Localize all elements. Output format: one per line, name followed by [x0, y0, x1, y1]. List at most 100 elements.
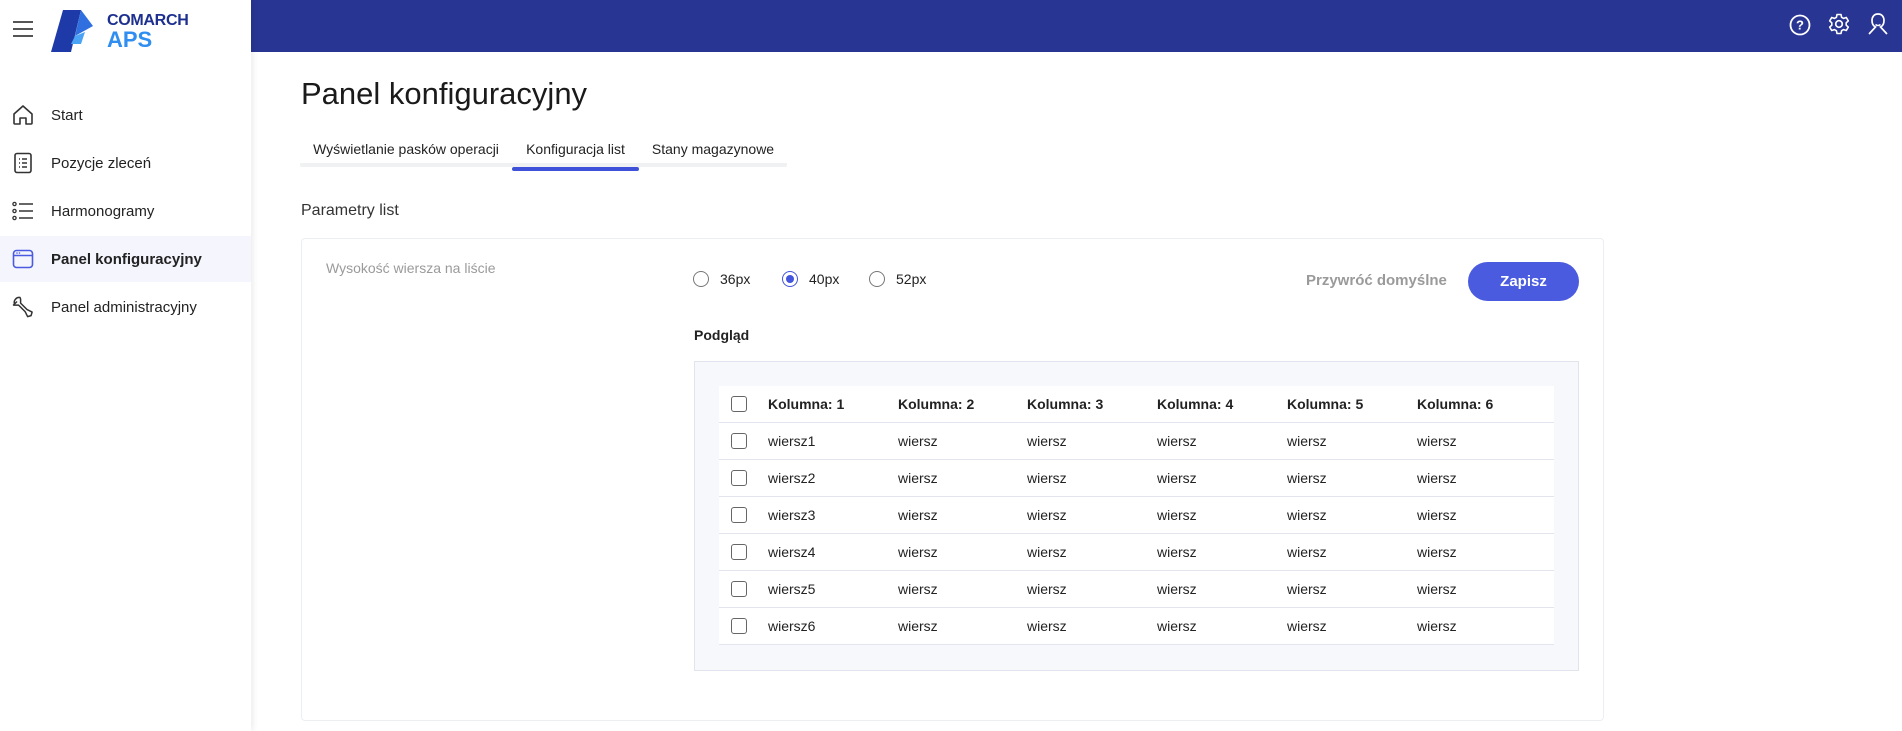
table-cell: wiersz — [898, 581, 938, 597]
preview-table: Kolumna: 1 Kolumna: 2 Kolumna: 3 Kolumna: 4… — [719, 386, 1554, 645]
tab-stany-magazynowe[interactable]: Stany magazynowe — [639, 140, 787, 167]
row-checkbox[interactable] — [731, 470, 747, 486]
table-cell: wiersz — [1417, 433, 1457, 449]
sidebar-item-label: Start — [51, 106, 83, 124]
comarch-logo — [51, 10, 93, 52]
column-header: Kolumna: 2 — [898, 396, 975, 412]
home-icon — [11, 103, 35, 127]
table-cell: wiersz3 — [768, 507, 816, 523]
table-row: wiersz2 wiersz wiersz wiersz wiersz wiersz — [719, 460, 1554, 497]
row-checkbox[interactable] — [731, 618, 747, 634]
sidebar-item-pozycje-zlecen[interactable]: Pozycje zleceń — [0, 140, 251, 186]
sidebar-item-panel-konfiguracyjny[interactable]: Panel konfiguracyjny — [0, 236, 251, 282]
sidebar: COMARCH APS Start Pozycje zleceń Harmono… — [0, 0, 251, 731]
bullet-list-icon — [11, 199, 35, 223]
table-row: wiersz4 wiersz wiersz wiersz wiersz wiersz — [719, 534, 1554, 571]
table-cell: wiersz — [1027, 618, 1067, 634]
table-cell: wiersz6 — [768, 618, 816, 634]
sidebar-item-label: Panel administracyjny — [51, 298, 197, 316]
table-cell: wiersz — [1417, 544, 1457, 560]
radio-40px[interactable]: 40px — [782, 271, 839, 287]
column-header: Kolumna: 4 — [1157, 396, 1234, 412]
row-checkbox[interactable] — [731, 433, 747, 449]
table-cell: wiersz — [1027, 507, 1067, 523]
sidebar-item-label: Pozycje zleceń — [51, 154, 152, 172]
table-cell: wiersz — [1287, 544, 1327, 560]
sidebar-item-label: Harmonogramy — [51, 202, 155, 220]
table-cell: wiersz — [1027, 470, 1067, 486]
table-cell: wiersz — [898, 618, 938, 634]
table-cell: wiersz2 — [768, 470, 816, 486]
radio-circle[interactable] — [693, 271, 709, 287]
table-cell: wiersz — [1157, 581, 1197, 597]
tab-wyswietlanie-paskow[interactable]: Wyświetlanie pasków operacji — [300, 140, 512, 167]
table-cell: wiersz — [1287, 433, 1327, 449]
list-document-icon — [11, 151, 35, 175]
help-icon[interactable]: ? — [1788, 13, 1812, 37]
reset-defaults-button[interactable]: Przywróć domyślne — [1306, 272, 1447, 289]
table-cell: wiersz4 — [768, 544, 816, 560]
sidebar-item-harmonogramy[interactable]: Harmonogramy — [0, 188, 251, 234]
table-row: wiersz6 wiersz wiersz wiersz wiersz wiersz — [719, 608, 1554, 645]
table-cell: wiersz — [1157, 470, 1197, 486]
row-checkbox[interactable] — [731, 544, 747, 560]
column-header: Kolumna: 3 — [1027, 396, 1104, 412]
radio-label: 52px — [896, 271, 927, 287]
radio-36px[interactable]: 36px — [693, 271, 750, 287]
radio-circle[interactable] — [869, 271, 885, 287]
table-row: wiersz5 wiersz wiersz wiersz wiersz wiersz — [719, 571, 1554, 608]
table-cell: wiersz — [1027, 544, 1067, 560]
table-row: wiersz1 wiersz wiersz wiersz wiersz wiersz — [719, 423, 1554, 460]
user-icon[interactable] — [1866, 12, 1890, 38]
radio-52px[interactable]: 52px — [869, 271, 926, 287]
save-button[interactable]: Zapisz — [1468, 262, 1579, 301]
table-cell: wiersz — [1157, 544, 1197, 560]
table-cell: wiersz — [1027, 433, 1067, 449]
table-cell: wiersz — [1287, 470, 1327, 486]
table-cell: wiersz — [898, 544, 938, 560]
svg-text:?: ? — [1796, 18, 1804, 33]
preview-label: Podgląd — [694, 327, 750, 343]
column-header: Kolumna: 6 — [1417, 396, 1494, 412]
brand-product: APS — [107, 27, 153, 52]
table-cell: wiersz1 — [768, 433, 816, 449]
radio-label: 36px — [720, 271, 751, 287]
radio-circle-selected[interactable] — [782, 271, 798, 287]
table-cell: wiersz — [898, 507, 938, 523]
sidebar-item-start[interactable]: Start — [0, 92, 251, 138]
table-cell: wiersz — [1417, 618, 1457, 634]
select-all-checkbox[interactable] — [731, 396, 747, 412]
settings-icon[interactable] — [1827, 12, 1851, 36]
sidebar-item-label: Panel konfiguracyjny — [51, 250, 202, 268]
table-header-row: Kolumna: 1 Kolumna: 2 Kolumna: 3 Kolumna: 4… — [719, 386, 1554, 423]
tab-bar: Wyświetlanie pasków operacji Konfiguracj… — [300, 140, 787, 171]
table-row: wiersz3 wiersz wiersz wiersz wiersz wiersz — [719, 497, 1554, 534]
table-cell: wiersz5 — [768, 581, 816, 597]
row-height-label: Wysokość wiersza na liście — [326, 260, 496, 276]
sidebar-item-panel-administracyjny[interactable]: Panel administracyjny — [0, 284, 251, 330]
table-cell: wiersz — [1417, 507, 1457, 523]
radio-label: 40px — [809, 271, 840, 287]
table-cell: wiersz — [898, 470, 938, 486]
page-title: Panel konfiguracyjny — [301, 76, 588, 111]
table-cell: wiersz — [1157, 618, 1197, 634]
table-cell: wiersz — [1287, 581, 1327, 597]
table-cell: wiersz — [1417, 581, 1457, 597]
top-bar: ? — [251, 0, 1902, 52]
column-header: Kolumna: 5 — [1287, 396, 1364, 412]
hamburger-menu-icon[interactable] — [13, 21, 33, 37]
row-checkbox[interactable] — [731, 507, 747, 523]
table-cell: wiersz — [1417, 470, 1457, 486]
table-cell: wiersz — [1157, 507, 1197, 523]
column-header: Kolumna: 1 — [768, 396, 845, 412]
section-title: Parametry list — [301, 202, 399, 219]
table-cell: wiersz — [1287, 618, 1327, 634]
table-cell: wiersz — [1027, 581, 1067, 597]
row-checkbox[interactable] — [731, 581, 747, 597]
table-cell: wiersz — [1287, 507, 1327, 523]
window-icon — [11, 247, 35, 271]
tab-konfiguracja-list[interactable]: Konfiguracja list — [512, 140, 639, 171]
table-cell: wiersz — [898, 433, 938, 449]
table-cell: wiersz — [1157, 433, 1197, 449]
wrench-icon — [11, 295, 35, 319]
